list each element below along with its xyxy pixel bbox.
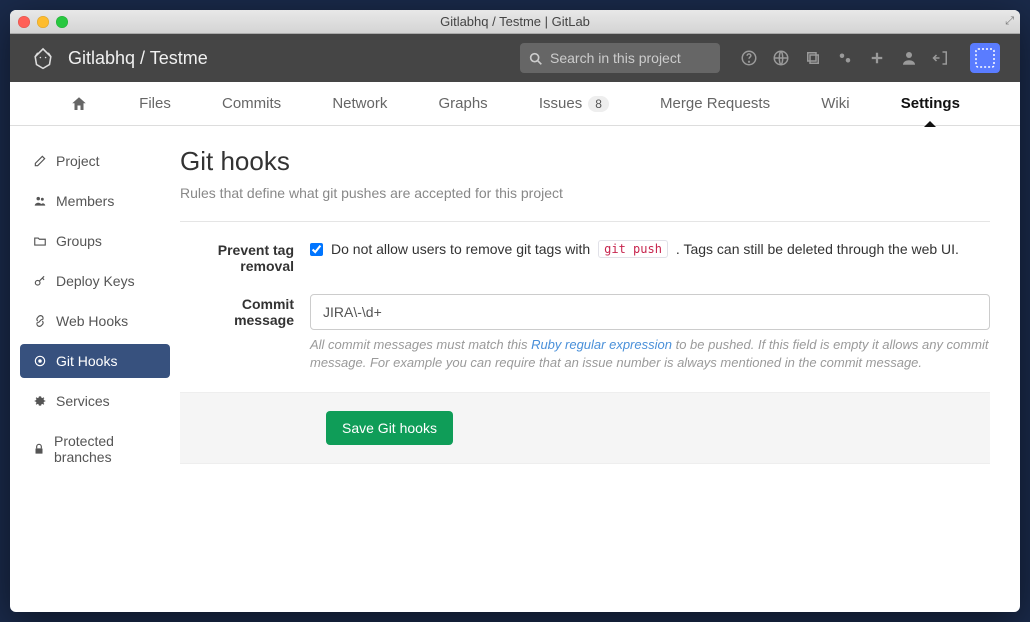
sidebar-item-services[interactable]: Services [20, 384, 170, 418]
form-actions: Save Git hooks [180, 392, 990, 464]
help-icon[interactable] [740, 49, 758, 67]
nav-merge-requests[interactable]: Merge Requests [660, 82, 770, 126]
sidebar-item-deploy-keys[interactable]: Deploy Keys [20, 264, 170, 298]
main-panel: Git hooks Rules that define what git pus… [180, 126, 1020, 612]
topbar: Gitlabhq / Testme [10, 34, 1020, 82]
sidebar-item-web-hooks[interactable]: Web Hooks [20, 304, 170, 338]
avatar[interactable] [970, 43, 1000, 73]
search-icon [528, 50, 544, 67]
minimize-window-button[interactable] [37, 16, 49, 28]
window-title: Gitlabhq / Testme | GitLab [10, 14, 1020, 29]
divider [180, 221, 990, 222]
search-input[interactable] [520, 43, 720, 73]
prevent-tag-check-line[interactable]: Do not allow users to remove git tags wi… [310, 240, 990, 258]
git-push-code: git push [598, 240, 668, 258]
resize-grip-icon[interactable]: ⤢ [1005, 15, 1014, 28]
prevent-tag-checkbox[interactable] [310, 243, 323, 256]
nav-issues[interactable]: Issues 8 [539, 82, 609, 126]
commit-message-row: Commit message All commit messages must … [180, 294, 990, 372]
app-window: Gitlabhq / Testme | GitLab ⤢ Gitlabhq / … [10, 10, 1020, 612]
link-icon [32, 314, 48, 328]
key-icon [32, 274, 48, 288]
user-icon[interactable] [900, 49, 918, 67]
sidebar-item-label: Members [56, 193, 114, 209]
settings-sidebar: Project Members Groups Deploy Keys Web H… [10, 126, 180, 612]
nav-graphs[interactable]: Graphs [438, 82, 487, 126]
plus-icon[interactable] [868, 49, 886, 67]
nav-settings[interactable]: Settings [901, 82, 960, 126]
gear-icon [32, 394, 48, 408]
content: Project Members Groups Deploy Keys Web H… [10, 126, 1020, 612]
sidebar-item-label: Project [56, 153, 100, 169]
commit-message-label: Commit message [180, 294, 310, 372]
topbar-actions [740, 43, 1000, 73]
copy-icon[interactable] [804, 49, 822, 67]
target-icon [32, 354, 48, 368]
users-icon [32, 194, 48, 208]
prevent-tag-label: Prevent tag removal [180, 240, 310, 274]
help-pre: All commit messages must match this [310, 337, 531, 352]
commit-help-text: All commit messages must match this Ruby… [310, 336, 990, 372]
nav-commits[interactable]: Commits [222, 82, 281, 126]
page-title: Git hooks [180, 146, 990, 177]
nav-files[interactable]: Files [139, 82, 171, 126]
gears-icon[interactable] [836, 49, 854, 67]
ruby-regex-link[interactable]: Ruby regular expression [531, 337, 672, 352]
save-button[interactable]: Save Git hooks [326, 411, 453, 445]
gitlab-logo-icon[interactable] [30, 45, 56, 71]
nav-network[interactable]: Network [332, 82, 387, 126]
window-chrome: Gitlabhq / Testme | GitLab ⤢ [10, 10, 1020, 34]
sidebar-item-label: Git Hooks [56, 353, 117, 369]
sidebar-item-groups[interactable]: Groups [20, 224, 170, 258]
zoom-window-button[interactable] [56, 16, 68, 28]
page-subtitle: Rules that define what git pushes are ac… [180, 185, 990, 201]
prevent-tag-desc-post: . Tags can still be deleted through the … [676, 241, 959, 257]
globe-icon[interactable] [772, 49, 790, 67]
nav-issues-label: Issues [539, 95, 582, 112]
sidebar-item-label: Web Hooks [56, 313, 128, 329]
search-wrap [520, 43, 720, 73]
home-icon [70, 94, 88, 112]
sidebar-item-label: Protected branches [54, 433, 158, 465]
nav-wiki[interactable]: Wiki [821, 82, 849, 126]
nav-home[interactable] [70, 82, 88, 126]
project-nav: Files Commits Network Graphs Issues 8 Me… [10, 82, 1020, 126]
prevent-tag-desc-pre: Do not allow users to remove git tags wi… [331, 241, 590, 257]
issues-count-badge: 8 [588, 96, 609, 112]
logout-icon[interactable] [932, 49, 950, 67]
edit-icon [32, 154, 48, 168]
commit-message-input[interactable] [310, 294, 990, 330]
lock-icon [32, 442, 46, 456]
sidebar-item-label: Services [56, 393, 110, 409]
breadcrumb[interactable]: Gitlabhq / Testme [68, 48, 208, 69]
folder-icon [32, 234, 48, 248]
sidebar-item-protected-branches[interactable]: Protected branches [20, 424, 170, 474]
sidebar-item-project[interactable]: Project [20, 144, 170, 178]
sidebar-item-label: Groups [56, 233, 102, 249]
traffic-lights [18, 16, 68, 28]
prevent-tag-row: Prevent tag removal Do not allow users t… [180, 240, 990, 274]
sidebar-item-git-hooks[interactable]: Git Hooks [20, 344, 170, 378]
sidebar-item-members[interactable]: Members [20, 184, 170, 218]
close-window-button[interactable] [18, 16, 30, 28]
sidebar-item-label: Deploy Keys [56, 273, 135, 289]
